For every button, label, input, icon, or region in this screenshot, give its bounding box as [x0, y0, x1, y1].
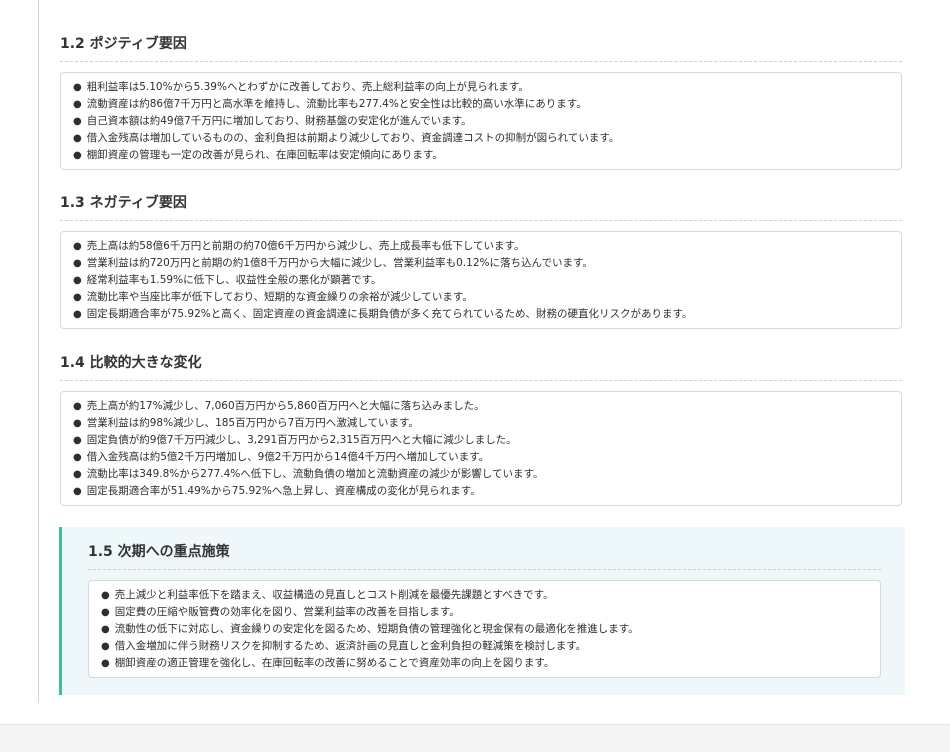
section-title: 1.3 ネガティブ要因	[60, 194, 902, 221]
list-item: 固定長期適合率が75.92%と高く、固定資産の資金調達に長期負債が多く充てられて…	[73, 306, 891, 323]
list-item: 粗利益率は5.10%から5.39%へとわずかに改善しており、売上総利益率の向上が…	[73, 79, 891, 96]
section-significant-changes: 1.4 比較的大きな変化 売上高が約17%減少し、7,060百万円から5,860…	[60, 354, 902, 506]
list-item: 借入金残高は約5億2千万円増加し、9億2千万円から14億4千万円へ増加しています…	[73, 449, 891, 466]
list-item: 売上減少と利益率低下を踏まえ、収益構造の見直しとコスト削減を最優先課題とすべきで…	[101, 587, 870, 604]
section-title: 1.5 次期への重点施策	[88, 543, 881, 570]
list-item: 借入金残高は増加しているものの、金利負担は前期より減少しており、資金調達コストの…	[73, 130, 891, 147]
list-item: 流動性の低下に対応し、資金繰りの安定化を図るため、短期負債の管理強化と現金保有の…	[101, 621, 870, 638]
list-item: 経常利益率も1.59%に低下し、収益性全般の悪化が顕著です。	[73, 272, 891, 289]
footer-bar	[0, 724, 950, 752]
section-title: 1.2 ポジティブ要因	[60, 35, 902, 62]
content-left-border	[38, 0, 39, 703]
bullet-list: 売上減少と利益率低下を踏まえ、収益構造の見直しとコスト削減を最優先課題とすべきで…	[101, 587, 870, 672]
list-item: 流動比率は349.8%から277.4%へ低下し、流動負債の増加と流動資産の減少が…	[73, 466, 891, 483]
list-item: 売上高が約17%減少し、7,060百万円から5,860百万円へと大幅に落ち込みま…	[73, 398, 891, 415]
list-item: 営業利益は約720万円と前期の約1億8千万円から大幅に減少し、営業利益率も0.1…	[73, 255, 891, 272]
focus-callout: 1.5 次期への重点施策 売上減少と利益率低下を踏まえ、収益構造の見直しとコスト…	[59, 527, 905, 695]
bullet-box: 売上高は約58億6千万円と前期の約70億6千万円から減少し、売上成長率も低下して…	[60, 231, 902, 329]
list-item: 固定長期適合率が51.49%から75.92%へ急上昇し、資産構成の変化が見られま…	[73, 483, 891, 500]
bullet-list: 売上高は約58億6千万円と前期の約70億6千万円から減少し、売上成長率も低下して…	[73, 238, 891, 323]
list-item: 固定費の圧縮や販管費の効率化を図り、営業利益率の改善を目指します。	[101, 604, 870, 621]
list-item: 売上高は約58億6千万円と前期の約70億6千万円から減少し、売上成長率も低下して…	[73, 238, 891, 255]
section-negative-factors: 1.3 ネガティブ要因 売上高は約58億6千万円と前期の約70億6千万円から減少…	[60, 194, 902, 329]
section-title: 1.4 比較的大きな変化	[60, 354, 902, 381]
bullet-list: 粗利益率は5.10%から5.39%へとわずかに改善しており、売上総利益率の向上が…	[73, 79, 891, 164]
list-item: 棚卸資産の適正管理を強化し、在庫回転率の改善に努めることで資産効率の向上を図りま…	[101, 655, 870, 672]
list-item: 借入金増加に伴う財務リスクを抑制するため、返済計画の見直しと金利負担の軽減策を検…	[101, 638, 870, 655]
list-item: 流動資産は約86億7千万円と高水準を維持し、流動比率も277.4%と安全性は比較…	[73, 96, 891, 113]
bullet-list: 売上高が約17%減少し、7,060百万円から5,860百万円へと大幅に落ち込みま…	[73, 398, 891, 500]
list-item: 固定負債が約9億7千万円減少し、3,291百万円から2,315百万円へと大幅に減…	[73, 432, 891, 449]
list-item: 棚卸資産の管理も一定の改善が見られ、在庫回転率は安定傾向にあります。	[73, 147, 891, 164]
section-positive-factors: 1.2 ポジティブ要因 粗利益率は5.10%から5.39%へとわずかに改善してお…	[60, 35, 902, 170]
bullet-box: 売上減少と利益率低下を踏まえ、収益構造の見直しとコスト削減を最優先課題とすべきで…	[88, 580, 881, 678]
list-item: 営業利益は約98%減少し、185百万円から7百万円へ激減しています。	[73, 415, 891, 432]
bullet-box: 売上高が約17%減少し、7,060百万円から5,860百万円へと大幅に落ち込みま…	[60, 391, 902, 506]
bullet-box: 粗利益率は5.10%から5.39%へとわずかに改善しており、売上総利益率の向上が…	[60, 72, 902, 170]
list-item: 流動比率や当座比率が低下しており、短期的な資金繰りの余裕が減少しています。	[73, 289, 891, 306]
section-next-period-measures: 1.5 次期への重点施策 売上減少と利益率低下を踏まえ、収益構造の見直しとコスト…	[88, 543, 881, 678]
list-item: 自己資本額は約49億7千万円に増加しており、財務基盤の安定化が進んでいます。	[73, 113, 891, 130]
